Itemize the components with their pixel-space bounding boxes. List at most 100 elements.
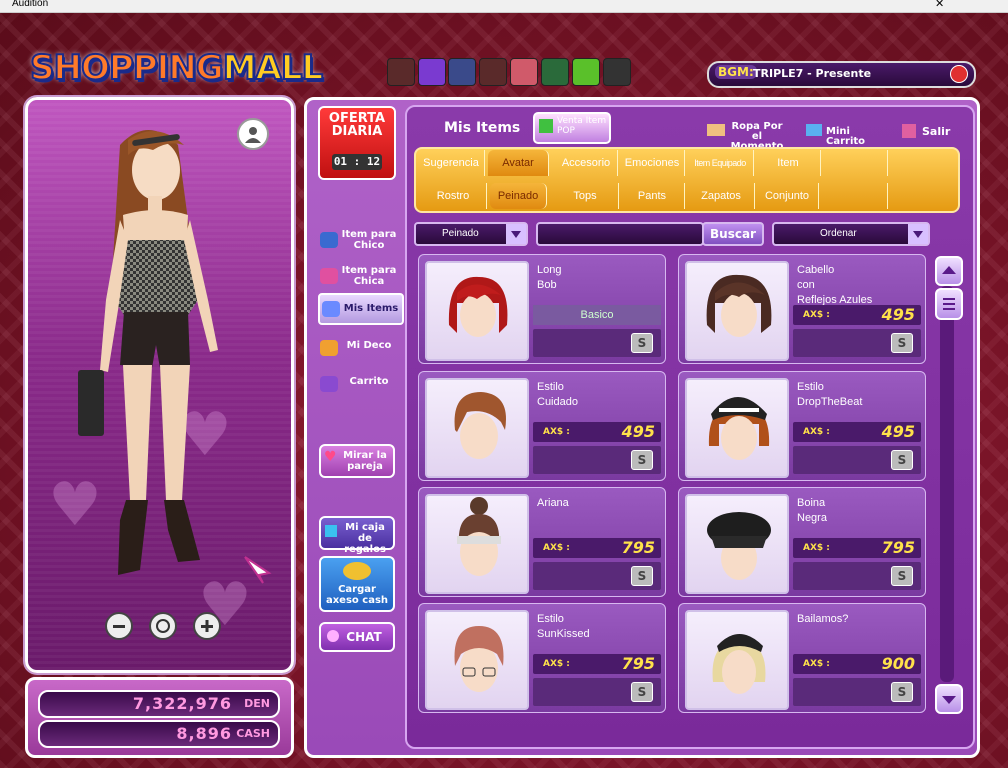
axs-label: AX$ :: [803, 427, 830, 437]
carrito-button[interactable]: Carrito: [318, 370, 400, 398]
price-bar: AX$ : 495: [793, 305, 921, 325]
mirar-pareja-button[interactable]: Mirar la pareja ♥: [319, 444, 395, 478]
profile-button[interactable]: [237, 118, 269, 150]
item-card[interactable]: Cabello con Reflejos Azules AX$ : 495 S: [678, 254, 926, 364]
chat-button[interactable]: CHAT: [319, 622, 395, 652]
tab-avatar[interactable]: Avatar: [488, 150, 549, 176]
music-icon[interactable]: [950, 65, 968, 83]
item-price: 795: [621, 538, 655, 557]
item-thumbnail: [425, 494, 529, 594]
item-chica-button[interactable]: Item para Chica: [318, 262, 400, 290]
select-button[interactable]: S: [631, 682, 653, 702]
flower-icon: [320, 340, 338, 356]
search-input[interactable]: [536, 222, 704, 246]
heart-icon: ♥: [324, 449, 337, 465]
subtab-pants[interactable]: Pants: [620, 183, 685, 209]
item-card[interactable]: Estilo Cuidado AX$ : 495 S: [418, 371, 666, 481]
scroll-track[interactable]: [940, 286, 954, 682]
mis-items-button[interactable]: Mis Items: [318, 293, 404, 325]
oferta-diaria-button[interactable]: OFERTA DIARIA 01 : 12: [318, 106, 396, 180]
subtab-zapatos[interactable]: Zapatos: [688, 183, 755, 209]
rotate-icon[interactable]: [149, 612, 177, 640]
item-chico-button[interactable]: Item para Chico: [318, 226, 400, 254]
tab-item[interactable]: Item: [756, 150, 821, 176]
settings-icon[interactable]: [603, 58, 631, 86]
close-icon[interactable]: ✕: [935, 0, 944, 10]
item-price: 900: [881, 654, 915, 673]
tab-emociones[interactable]: Emociones: [620, 150, 685, 176]
item-thumbnail: [425, 261, 529, 361]
tab-empty-1[interactable]: [823, 150, 888, 176]
select-button[interactable]: S: [891, 566, 913, 586]
glove-icon[interactable]: [418, 58, 446, 86]
subtab-tops[interactable]: Tops: [552, 183, 619, 209]
ball-icon[interactable]: [448, 58, 476, 86]
axs-label: AX$ :: [543, 543, 570, 553]
caja-regalos-button[interactable]: Mi caja de regalos: [319, 516, 395, 555]
item-thumbnail: [685, 261, 789, 361]
carrito-label: Carrito: [349, 376, 389, 387]
tv-icon[interactable]: [510, 58, 538, 86]
shirt-icon: [707, 124, 725, 136]
den-balance: 7,322,976 DEN: [38, 690, 280, 718]
cargar-cash-button[interactable]: Cargar axeso cash: [319, 556, 395, 612]
avatar-preview-panel: ♥ ♥ ♥: [25, 97, 294, 673]
bgm-bar[interactable]: BGM: TRIPLE7 - Presente: [707, 61, 976, 88]
scroll-down-button[interactable]: [935, 684, 963, 714]
price-bar: AX$ : 795: [533, 538, 661, 558]
sort-select[interactable]: Ordenar: [772, 222, 930, 246]
select-button[interactable]: S: [631, 333, 653, 353]
select-button[interactable]: S: [891, 333, 913, 353]
subtab-rostro[interactable]: Rostro: [420, 183, 487, 209]
subtab-empty-1[interactable]: [821, 183, 888, 209]
item-card[interactable]: Bailamos? AX$ : 900 S: [678, 603, 926, 713]
chat-icon: [327, 630, 339, 642]
zoom-in-icon[interactable]: [193, 612, 221, 640]
exit-icon: [902, 124, 916, 138]
axs-label: AX$ :: [543, 427, 570, 437]
photo-icon[interactable]: [541, 58, 569, 86]
axs-label: AX$ :: [803, 659, 830, 669]
menu-slot-icon[interactable]: [387, 58, 415, 86]
item-chica-label: Item para Chica: [341, 265, 397, 287]
item-thumbnail: [685, 610, 789, 710]
currency-panel: 7,322,976 DEN 8,896 CASH: [25, 677, 294, 758]
select-button[interactable]: S: [631, 566, 653, 586]
den-value: 7,322,976: [132, 694, 232, 713]
female-icon: [320, 268, 338, 284]
mi-deco-button[interactable]: Mi Deco: [318, 334, 400, 362]
select-button[interactable]: S: [891, 450, 913, 470]
oferta-title: OFERTA DIARIA: [328, 111, 386, 139]
zoom-out-icon[interactable]: [105, 612, 133, 640]
subtab-conjunto[interactable]: Conjunto: [756, 183, 819, 209]
bag-icon[interactable]: [479, 58, 507, 86]
tab-accesorio[interactable]: Accesorio: [555, 150, 618, 176]
caja-regalos-label: Mi caja de regalos: [344, 522, 386, 555]
select-button[interactable]: S: [891, 682, 913, 702]
scroll-thumb[interactable]: [935, 288, 963, 320]
scroll-up-button[interactable]: [935, 256, 963, 286]
price-bar: AX$ : 900: [793, 654, 921, 674]
item-card[interactable]: Boina Negra AX$ : 795 S: [678, 487, 926, 597]
item-scrollbar[interactable]: [935, 256, 963, 714]
item-name: Cabello con Reflejos Azules: [797, 264, 873, 306]
price-bar: AX$ : 495: [533, 422, 661, 442]
item-card[interactable]: Long Bob Basico S: [418, 254, 666, 364]
subtab-peinado[interactable]: Peinado: [490, 183, 547, 209]
price-bar: AX$ : 495: [793, 422, 921, 442]
item-card[interactable]: Estilo DropTheBeat AX$ : 495 S: [678, 371, 926, 481]
venta-item-pop-button[interactable]: Venta Item POP: [533, 112, 611, 144]
item-action-bar: S: [793, 562, 921, 590]
select-button[interactable]: S: [631, 450, 653, 470]
item-action-bar: S: [533, 446, 661, 474]
item-action-bar: S: [533, 329, 661, 357]
tab-sugerencia[interactable]: Sugerencia: [418, 150, 485, 176]
garden-icon[interactable]: [572, 58, 600, 86]
category-select[interactable]: Peinado: [414, 222, 528, 246]
item-card[interactable]: Ariana AX$ : 795 S: [418, 487, 666, 597]
search-button[interactable]: Buscar: [702, 222, 764, 246]
cash-value: 8,896: [176, 724, 232, 743]
item-card[interactable]: Estilo SunKissed AX$ : 795 S: [418, 603, 666, 713]
tab-item-equipado[interactable]: Item Equipado: [687, 150, 754, 176]
item-action-bar: S: [793, 446, 921, 474]
